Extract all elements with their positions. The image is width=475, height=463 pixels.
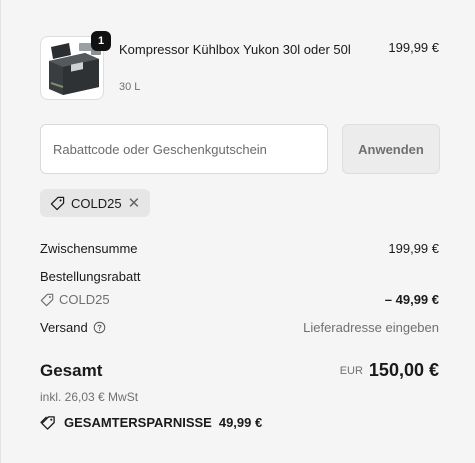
discount-code-input[interactable]	[40, 124, 328, 174]
order-discount-label: Bestellungsrabatt	[40, 269, 141, 284]
savings-value: 49,99 €	[218, 415, 263, 430]
applied-code-label: COLD25	[71, 195, 122, 211]
total-amount: 150,00 €	[368, 360, 439, 380]
shipping-row: Versand Lieferadresse eingeben	[40, 320, 439, 335]
subtotal-row: Zwischensumme 199,99 €	[40, 241, 439, 256]
help-icon[interactable]	[93, 321, 106, 334]
savings-row: GESAMTERSPARNISSE 49,99 €	[40, 415, 439, 430]
tag-icon	[50, 196, 65, 211]
tax-row: inkl. 26,03 € MwSt	[40, 390, 439, 404]
savings-tag-icon	[40, 415, 57, 430]
line-item: 1 Kompressor Kühlbox Yukon 30l oder 50l …	[40, 31, 439, 100]
order-summary-panel: 1 Kompressor Kühlbox Yukon 30l oder 50l …	[0, 0, 475, 463]
quantity-badge: 1	[91, 31, 111, 51]
subtotal-label: Zwischensumme	[40, 241, 138, 256]
discount-value: – 49,99 €	[384, 292, 439, 307]
discount-code-row: COLD25 – 49,99 €	[40, 292, 439, 307]
subtotal-value: 199,99 €	[388, 241, 439, 256]
product-name: Kompressor Kühlbox Yukon 30l oder 50l	[119, 42, 351, 57]
order-discount-row: Bestellungsrabatt	[40, 269, 439, 284]
shipping-label: Versand	[40, 320, 88, 335]
applied-discount-chip: COLD25 ✕	[40, 189, 151, 217]
total-row: Gesamt EUR 150,00 €	[40, 360, 439, 381]
remove-code-icon[interactable]: ✕	[128, 196, 141, 211]
product-price: 199,99 €	[388, 40, 439, 55]
total-label: Gesamt	[40, 360, 103, 380]
tax-note: inkl. 26,03 € MwSt	[40, 390, 139, 404]
apply-discount-button[interactable]: Anwenden	[342, 124, 440, 174]
shipping-value: Lieferadresse eingeben	[303, 320, 439, 335]
savings-label: GESAMTERSPARNISSE	[64, 415, 212, 430]
discount-code-label: COLD25	[59, 292, 110, 307]
product-thumbnail: 1	[40, 31, 111, 100]
product-variant: 30 L	[119, 81, 141, 93]
tag-icon	[40, 293, 54, 307]
total-currency: EUR	[339, 364, 363, 377]
